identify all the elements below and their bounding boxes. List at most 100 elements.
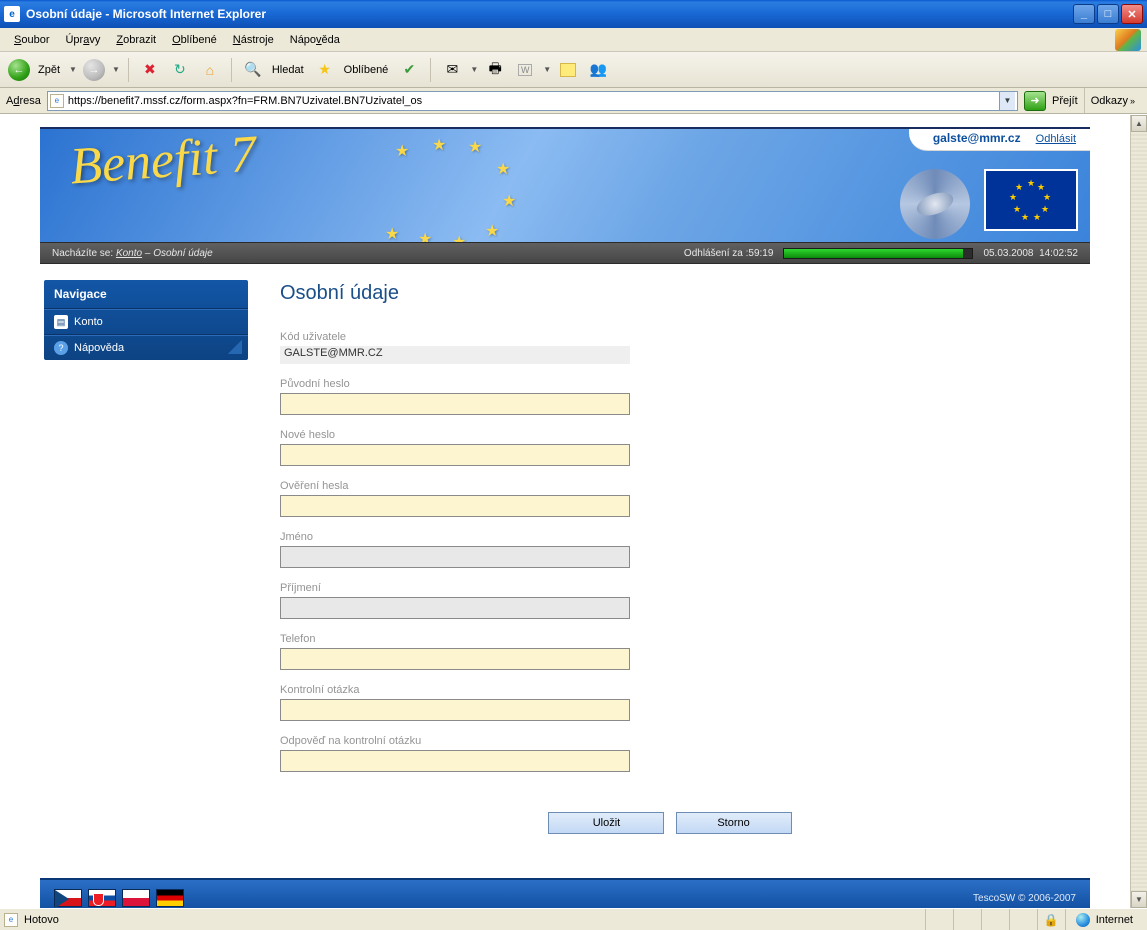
nav-item-label: Konto <box>74 316 103 328</box>
scroll-up-icon[interactable]: ▲ <box>1131 115 1147 132</box>
vertical-scrollbar[interactable]: ▲ ▼ <box>1130 115 1147 908</box>
logout-link[interactable]: Odhlásit <box>1036 133 1076 145</box>
address-field[interactable]: e ▼ <box>47 91 1018 111</box>
field-answer: Odpověď na kontrolní otázku <box>280 735 1060 772</box>
security-zone[interactable]: Internet <box>1065 909 1143 930</box>
star-icon: ★ <box>418 229 432 242</box>
content: Osobní údaje Kód uživatele GALSTE@MMR.CZ… <box>248 278 1090 854</box>
konto-icon: ▤ <box>54 315 68 329</box>
menu-oblibene[interactable]: Oblíbené <box>164 32 225 48</box>
nav-item-napoveda[interactable]: ? Nápověda <box>44 335 248 360</box>
minimize-button[interactable]: _ <box>1073 4 1095 24</box>
button-row: Uložit Storno <box>280 812 1060 834</box>
address-dropdown-icon[interactable]: ▼ <box>999 92 1015 110</box>
separator <box>128 58 129 82</box>
page-icon: e <box>4 913 18 927</box>
flag-de-icon[interactable] <box>156 889 184 907</box>
field-user-code: Kód uživatele GALSTE@MMR.CZ <box>280 331 1060 364</box>
favorites-button[interactable]: ★ <box>312 57 338 83</box>
user-email: galste@mmr.cz <box>933 131 1021 145</box>
answer-input[interactable] <box>280 750 630 772</box>
breadcrumb-sep: – <box>145 248 151 259</box>
separator <box>231 58 232 82</box>
star-icon: ★ <box>485 221 499 241</box>
stop-button[interactable]: ✖ <box>137 57 163 83</box>
cancel-button[interactable]: Storno <box>676 812 792 834</box>
menubar: Soubor Úpravy Zobrazit Oblíbené Nástroje… <box>0 28 1147 52</box>
page: Benefit 7 ★ ★ ★ ★ ★ ★ ★ ★ ★ ★★ ★★ ★★ ★★ <box>40 115 1090 908</box>
address-bar: Adresa e ▼ ➜ Přejít Odkazy » <box>0 88 1147 114</box>
scroll-track[interactable] <box>1131 132 1147 891</box>
user-code-value: GALSTE@MMR.CZ <box>280 346 630 364</box>
old-password-input[interactable] <box>280 393 630 415</box>
ie-icon: e <box>4 6 20 22</box>
page-header: Benefit 7 ★ ★ ★ ★ ★ ★ ★ ★ ★ ★★ ★★ ★★ ★★ <box>40 127 1090 242</box>
star-icon: ★ <box>395 141 409 161</box>
mail-dropdown-icon[interactable]: ▼ <box>470 65 478 74</box>
address-label: Adresa <box>6 95 41 107</box>
menu-napoveda[interactable]: Nápověda <box>282 32 348 48</box>
logout-progress-bar <box>783 248 973 259</box>
search-button[interactable]: 🔍 <box>240 57 266 83</box>
menu-soubor[interactable]: Soubor <box>6 32 57 48</box>
search-label[interactable]: Hledat <box>270 64 308 76</box>
forward-dropdown-icon[interactable]: ▼ <box>112 65 120 74</box>
mail-button[interactable]: ✉ <box>439 57 465 83</box>
server-time: 14:02:52 <box>1039 248 1078 259</box>
logout-countdown-time: 59:19 <box>748 248 773 259</box>
star-icon: ★ <box>502 191 516 211</box>
scroll-down-icon[interactable]: ▼ <box>1131 891 1147 908</box>
sidebar: Navigace ▤ Konto ? Nápověda <box>40 278 248 854</box>
firstname-input[interactable] <box>280 546 630 568</box>
flag-sk-icon[interactable] <box>88 889 116 907</box>
save-button[interactable]: Uložit <box>548 812 664 834</box>
breadcrumb-konto-link[interactable]: Konto <box>116 248 142 259</box>
ministry-badge-icon <box>900 169 970 239</box>
breadcrumb-bar: Nacházíte se: Konto – Osobní údaje Odhlá… <box>40 242 1090 264</box>
address-input[interactable] <box>68 95 995 107</box>
messenger-button[interactable]: 👥 <box>585 57 611 83</box>
print-button[interactable]: 🖶 <box>482 57 508 83</box>
nav-item-konto[interactable]: ▤ Konto <box>44 309 248 335</box>
help-icon: ? <box>54 341 68 355</box>
window-title: Osobní údaje - Microsoft Internet Explor… <box>26 7 1073 21</box>
flag-pl-icon[interactable] <box>122 889 150 907</box>
back-dropdown-icon[interactable]: ▼ <box>69 65 77 74</box>
back-button[interactable]: ← <box>6 57 32 83</box>
page-body: Navigace ▤ Konto ? Nápověda Osobní údaje <box>40 264 1090 878</box>
refresh-button[interactable]: ↻ <box>167 57 193 83</box>
close-button[interactable]: ✕ <box>1121 4 1143 24</box>
question-input[interactable] <box>280 699 630 721</box>
menu-nastroje[interactable]: Nástroje <box>225 32 282 48</box>
user-code-label: Kód uživatele <box>280 331 1060 343</box>
phone-input[interactable] <box>280 648 630 670</box>
notes-button[interactable] <box>555 57 581 83</box>
breadcrumb-current: Osobní údaje <box>153 248 213 259</box>
maximize-button[interactable]: □ <box>1097 4 1119 24</box>
new-password-input[interactable] <box>280 444 630 466</box>
lock-icon: 🔒 <box>1037 909 1065 930</box>
logout-countdown-label: Odhlášení za : <box>684 248 748 259</box>
lastname-input[interactable] <box>280 597 630 619</box>
links-menu[interactable]: Odkazy » <box>1084 88 1141 113</box>
menu-zobrazit[interactable]: Zobrazit <box>108 32 164 48</box>
back-label[interactable]: Zpět <box>36 64 64 76</box>
forward-button[interactable]: → <box>81 57 107 83</box>
confirm-password-input[interactable] <box>280 495 630 517</box>
home-button[interactable]: ⌂ <box>197 57 223 83</box>
favorites-label[interactable]: Oblíbené <box>342 64 393 76</box>
star-icon: ★ <box>452 232 466 242</box>
menu-upravy[interactable]: Úpravy <box>57 32 108 48</box>
history-button[interactable]: ✔ <box>396 57 422 83</box>
go-button[interactable]: ➜ <box>1024 91 1046 111</box>
browser-viewport: Benefit 7 ★ ★ ★ ★ ★ ★ ★ ★ ★ ★★ ★★ ★★ ★★ <box>0 114 1147 908</box>
edit-button[interactable]: W <box>512 57 538 83</box>
edit-dropdown-icon[interactable]: ▼ <box>543 65 551 74</box>
nav-panel: Navigace ▤ Konto ? Nápověda <box>44 280 248 360</box>
toolbar: ← Zpět ▼ → ▼ ✖ ↻ ⌂ 🔍 Hledat ★ Oblíbené ✔… <box>0 52 1147 88</box>
flag-cz-icon[interactable] <box>54 889 82 907</box>
status-cell <box>925 909 953 930</box>
field-confirm-password: Ověření hesla <box>280 480 1060 517</box>
window-titlebar: e Osobní údaje - Microsoft Internet Expl… <box>0 0 1147 28</box>
page-heading: Osobní údaje <box>280 282 1060 305</box>
